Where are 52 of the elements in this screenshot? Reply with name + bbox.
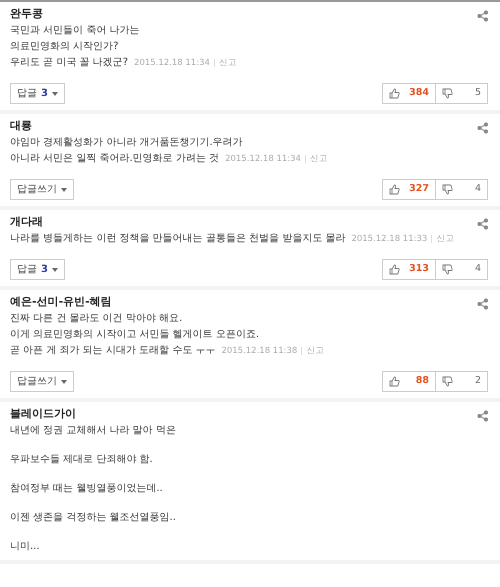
comment-text: 아니라 서민은 일찍 죽어라.민영화로 가려는 것 [10, 153, 220, 164]
caret-icon [61, 380, 67, 384]
share-icon[interactable] [477, 410, 488, 422]
comment-text: 의료민영화의 시작인가? [10, 41, 118, 52]
thumbs-down-icon[interactable] [442, 376, 453, 387]
like-count: 313 [409, 262, 429, 276]
reply-button[interactable]: 답글 3 [10, 259, 65, 280]
comment-text: 곧 아픈 게 죄가 되는 시대가 도래할 수도 ㅜㅜ [10, 345, 216, 356]
caret-icon [52, 92, 58, 96]
dislike-count: 5 [474, 86, 481, 100]
comment-text: 내년에 정권 교체해서 나라 말아 먹은 [10, 425, 176, 436]
comment-text: 우리도 곧 미국 꼴 나겠군? [10, 57, 128, 68]
comment-date: 2015.12.18 11:34 [225, 154, 301, 164]
comment-text: 니미... [10, 541, 40, 552]
thumbs-up-icon[interactable] [389, 264, 400, 275]
author-name: 개다래 [10, 215, 43, 229]
comment-text: 국민과 서민들이 죽어 나가는 [10, 25, 140, 36]
author-name: 완두콩 [10, 7, 43, 21]
thumbs-down-icon[interactable] [442, 184, 453, 195]
thumbs-down-icon[interactable] [442, 264, 453, 275]
reply-button[interactable]: 답글 3 [10, 83, 65, 104]
comment-text: 진짜 다른 건 몰라도 이건 막아야 해요. [10, 313, 182, 324]
dislike-count: 4 [474, 182, 481, 196]
author-name: 대룡 [10, 119, 32, 133]
dislike-count: 2 [474, 374, 481, 388]
share-icon[interactable] [477, 298, 488, 310]
like-count: 327 [409, 182, 429, 196]
share-icon[interactable] [477, 122, 488, 134]
comment-text: 참여정부 때는 웰빙열풍이었는데.. [10, 483, 163, 494]
like-count: 88 [416, 374, 429, 388]
author-name: 블레이드가이 [10, 407, 76, 421]
share-icon[interactable] [477, 218, 488, 230]
reply-button[interactable]: 답글쓰기 [10, 179, 74, 200]
comment-text: 야임마 경제활성화가 아니라 개거품돈챙기기.우려가 [10, 137, 243, 148]
comment-date: 2015.12.18 11:38 [221, 346, 298, 356]
thumbs-up-icon[interactable] [389, 184, 400, 195]
comment-text: 우파보수들 제대로 단죄해야 함. [10, 454, 153, 465]
comment-date: 2015.12.18 11:33 [351, 234, 428, 244]
caret-icon [61, 188, 67, 192]
thumbs-up-icon[interactable] [389, 376, 400, 387]
thumbs-down-icon[interactable] [442, 88, 453, 99]
comment-text: 이게 의료민영화의 시작이고 서민들 헬게이트 오픈이죠. [10, 329, 260, 340]
thumbs-up-icon[interactable] [389, 88, 400, 99]
caret-icon [52, 268, 58, 272]
author-name: 예은-선미-유빈-혜림 [10, 295, 112, 309]
comment-text: 나라를 병들게하는 이런 정책을 만들어내는 골통들은 천벌을 받을지도 몰라 [10, 233, 346, 244]
reply-button[interactable]: 답글쓰기 [10, 371, 74, 392]
dislike-count: 4 [474, 262, 481, 276]
comment-text: 이젠 생존을 걱정하는 웰조선열풍임.. [10, 512, 176, 523]
like-count: 384 [409, 86, 429, 100]
share-icon[interactable] [477, 10, 488, 22]
comment-date: 2015.12.18 11:34 [134, 58, 210, 68]
